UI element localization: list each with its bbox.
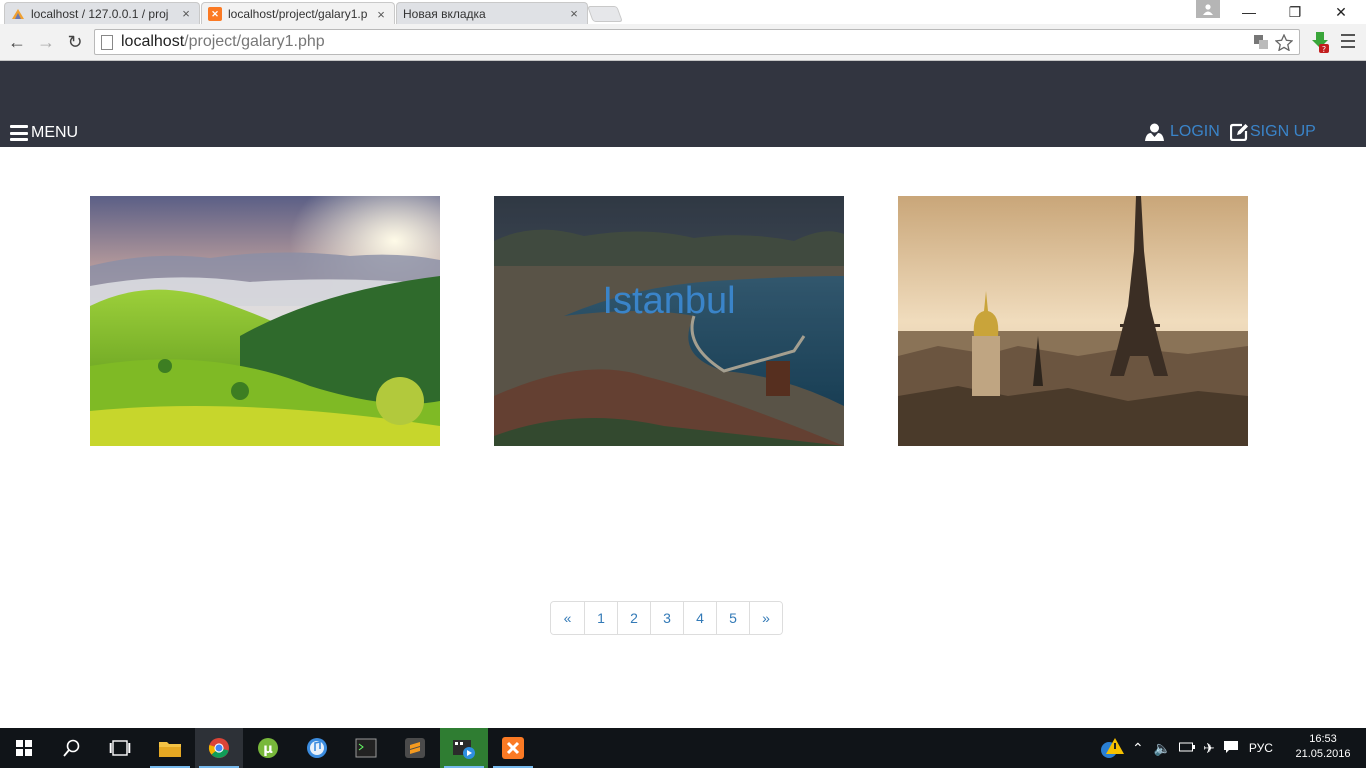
search-icon bbox=[63, 739, 80, 757]
task-view-button[interactable] bbox=[96, 728, 144, 768]
svg-text:?: ? bbox=[1322, 45, 1326, 53]
back-button[interactable]: ← bbox=[5, 30, 29, 54]
mountain-valley-photo bbox=[90, 196, 440, 446]
signup-link[interactable]: SIGN UP bbox=[1230, 123, 1316, 141]
pagination-page-1[interactable]: 1 bbox=[584, 602, 617, 634]
video-editor-icon bbox=[453, 740, 475, 759]
chrome-icon bbox=[208, 738, 229, 758]
translate-icon[interactable] bbox=[1253, 34, 1269, 55]
terminal-icon bbox=[355, 738, 377, 758]
download-extension-icon[interactable]: ? bbox=[1310, 31, 1330, 54]
pagination-page-3[interactable]: 3 bbox=[650, 602, 683, 634]
gallery-caption: Istanbul bbox=[602, 280, 736, 322]
address-host: localhost bbox=[121, 33, 185, 50]
xampp-icon bbox=[502, 737, 524, 759]
pagination-page-4[interactable]: 4 bbox=[683, 602, 716, 634]
restore-button[interactable]: ❐ bbox=[1272, 0, 1318, 24]
profile-button[interactable] bbox=[1196, 0, 1220, 18]
pagination-prev[interactable]: « bbox=[551, 602, 584, 634]
tab-galary[interactable]: ✕ localhost/project/galary1.p × bbox=[201, 2, 395, 25]
hamburger-icon bbox=[10, 125, 28, 141]
tab-title: localhost / 127.0.0.1 / proj bbox=[31, 6, 169, 21]
taskbar-app[interactable] bbox=[440, 728, 488, 768]
edit-icon bbox=[1230, 123, 1248, 141]
airplane-icon[interactable]: ✈ bbox=[1203, 740, 1215, 757]
new-tab-button[interactable] bbox=[587, 6, 623, 22]
address-bar[interactable]: localhost/project/galary1.php bbox=[94, 29, 1300, 55]
login-label: LOGIN bbox=[1170, 123, 1220, 140]
tab-strip: localhost / 127.0.0.1 / proj × ✕ localho… bbox=[0, 0, 1366, 25]
close-icon[interactable]: × bbox=[374, 7, 388, 22]
clock[interactable]: 16:53 21.05.2016 bbox=[1290, 732, 1356, 762]
system-tray: ⌃ 🔈 ✈ РУС bbox=[1098, 728, 1273, 768]
pagination-page-2[interactable]: 2 bbox=[617, 602, 650, 634]
task-view-icon bbox=[109, 740, 131, 756]
login-link[interactable]: LOGIN bbox=[1145, 123, 1220, 141]
close-icon[interactable]: × bbox=[179, 6, 193, 21]
taskbar-app[interactable] bbox=[391, 728, 439, 768]
tab-title: localhost/project/galary1.p bbox=[228, 7, 368, 21]
pagination-page-5[interactable]: 5 bbox=[716, 602, 749, 634]
start-icon bbox=[16, 740, 32, 756]
network-warning-icon[interactable] bbox=[1098, 736, 1128, 760]
taskbar-app[interactable] bbox=[293, 728, 341, 768]
user-icon bbox=[1203, 3, 1213, 15]
taskbar: µ ⌃ 🔈 ✈ РУС 16:53 21.05.2016 bbox=[0, 728, 1366, 768]
browser-toolbar: ← → ↻ localhost/project/galary1.php ? bbox=[0, 24, 1366, 61]
pagination: « 1 2 3 4 5 » bbox=[550, 601, 783, 635]
itunes-icon bbox=[307, 738, 327, 758]
tab-new[interactable]: Новая вкладка × bbox=[396, 2, 588, 24]
taskbar-app[interactable] bbox=[146, 728, 194, 768]
utorrent-icon: µ bbox=[258, 738, 278, 758]
site-header: MENU LOGIN SIGN UP bbox=[0, 61, 1366, 147]
paris-skyline-photo bbox=[898, 196, 1248, 446]
search-button[interactable] bbox=[48, 728, 96, 768]
file-explorer-icon bbox=[159, 742, 181, 757]
minimize-button[interactable]: — bbox=[1226, 0, 1272, 24]
reload-button[interactable]: ↻ bbox=[63, 30, 87, 54]
pagination-next[interactable]: » bbox=[749, 602, 782, 634]
tab-phpmyadmin[interactable]: localhost / 127.0.0.1 / proj × bbox=[4, 2, 200, 24]
input-language[interactable]: РУС bbox=[1249, 741, 1273, 755]
sublime-icon bbox=[405, 738, 425, 758]
menu-label: MENU bbox=[31, 124, 79, 141]
xampp-icon: ✕ bbox=[208, 7, 222, 21]
start-button[interactable] bbox=[0, 728, 48, 768]
bookmark-star-icon[interactable] bbox=[1274, 33, 1294, 55]
gallery-item-coastal-city[interactable]: Istanbul bbox=[494, 196, 844, 446]
taskbar-app[interactable]: µ bbox=[244, 728, 292, 768]
taskbar-app[interactable] bbox=[195, 728, 243, 768]
chrome-menu-button[interactable] bbox=[1340, 32, 1356, 50]
menu-toggle[interactable]: MENU bbox=[10, 124, 78, 142]
close-window-button[interactable]: ✕ bbox=[1318, 0, 1364, 24]
chevron-up-icon[interactable]: ⌃ bbox=[1132, 740, 1144, 757]
battery-icon[interactable] bbox=[1179, 741, 1196, 755]
notification-icon[interactable] bbox=[1223, 740, 1239, 757]
phpmyadmin-icon bbox=[11, 7, 25, 21]
gallery-item-paris-skyline[interactable] bbox=[898, 196, 1248, 446]
clock-time: 16:53 bbox=[1309, 733, 1337, 745]
signup-label: SIGN UP bbox=[1250, 123, 1316, 140]
tab-title: Новая вкладка bbox=[403, 6, 486, 21]
taskbar-app[interactable] bbox=[489, 728, 537, 768]
volume-icon[interactable]: 🔈 bbox=[1154, 740, 1171, 757]
user-icon bbox=[1145, 123, 1164, 141]
forward-button[interactable]: → bbox=[34, 30, 58, 54]
clock-date: 21.05.2016 bbox=[1295, 748, 1351, 760]
gallery-item-mountain-valley[interactable] bbox=[90, 196, 440, 446]
address-path: /project/galary1.php bbox=[184, 33, 325, 50]
page-icon bbox=[101, 34, 113, 50]
taskbar-app[interactable] bbox=[342, 728, 390, 768]
close-icon[interactable]: × bbox=[567, 6, 581, 21]
svg-text:µ: µ bbox=[263, 742, 273, 757]
